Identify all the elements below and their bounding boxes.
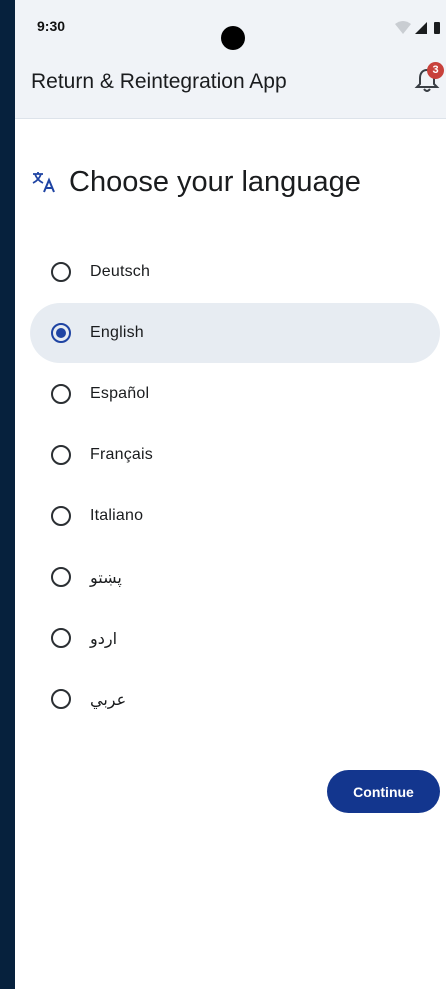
heading-text: Choose your language [69, 165, 361, 198]
language-option[interactable]: Deutsch [30, 242, 440, 302]
language-label: English [90, 324, 144, 341]
radio-button[interactable] [51, 689, 71, 709]
radio-button[interactable] [51, 628, 71, 648]
continue-button[interactable]: Continue [327, 770, 440, 813]
language-option[interactable]: Español [30, 364, 440, 424]
notification-badge: 3 [427, 62, 444, 79]
language-option[interactable]: عربي [30, 669, 440, 729]
radio-button[interactable] [51, 262, 71, 282]
language-label: پښتو [90, 570, 122, 587]
app-screen: 9:30 Return & Reintegration App 3 Choose… [15, 0, 446, 989]
radio-button[interactable] [51, 506, 71, 526]
radio-button[interactable] [51, 384, 71, 404]
camera-cutout [221, 26, 245, 50]
language-label: اردو [90, 631, 118, 648]
translate-icon [32, 172, 55, 193]
language-option-selected[interactable]: English [30, 303, 440, 363]
language-list: Deutsch English Español Français Italian… [30, 242, 440, 730]
language-option[interactable]: پښتو [30, 547, 440, 607]
language-label: Español [90, 385, 150, 402]
status-time: 9:30 [37, 18, 66, 34]
status-icons [395, 21, 440, 34]
language-option[interactable]: Italiano [30, 486, 440, 546]
language-label: Français [90, 446, 153, 463]
language-option[interactable]: Français [30, 425, 440, 485]
language-label: Italiano [90, 507, 144, 524]
page-heading: Choose your language [31, 160, 361, 204]
signal-icon [415, 22, 427, 34]
wifi-icon [395, 21, 411, 34]
language-label: Deutsch [90, 263, 151, 280]
app-title: Return & Reintegration App [31, 70, 287, 93]
radio-button[interactable] [51, 445, 71, 465]
radio-button-checked[interactable] [51, 323, 71, 343]
radio-button[interactable] [51, 567, 71, 587]
top-app-bar: 9:30 Return & Reintegration App 3 [15, 0, 446, 119]
language-option[interactable]: اردو [30, 608, 440, 668]
language-label: عربي [90, 692, 127, 709]
battery-icon [434, 22, 440, 34]
